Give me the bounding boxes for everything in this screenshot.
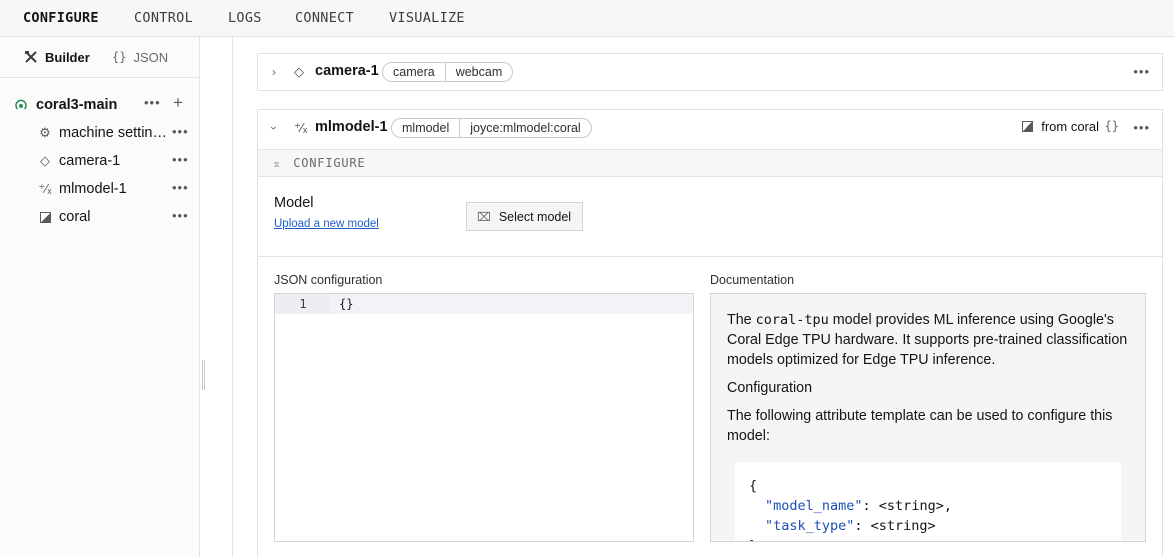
editor-code: {} <box>339 297 354 311</box>
sidebar-item-camera-1[interactable]: ◇ camera-1 ••• <box>38 151 190 171</box>
module-icon <box>38 210 52 224</box>
sidebar-item-coral[interactable]: coral ••• <box>38 207 190 227</box>
upload-model-link[interactable]: Upload a new model <box>274 218 379 230</box>
robot-row[interactable]: coral3-main ••• + <box>14 93 194 115</box>
braces-icon: {} <box>112 50 127 64</box>
tab-control[interactable]: CONTROL <box>134 0 193 36</box>
divider <box>258 256 1162 257</box>
component-type-chips: mlmodel joyce:mlmodel:coral <box>391 118 592 138</box>
component-name: camera-1 <box>315 63 379 79</box>
sidebar-item-machine-settings[interactable]: ⚙ machine settings ••• <box>38 123 190 143</box>
code-line-1: "model_name": <string>, <box>749 496 1121 516</box>
builder-mode-button[interactable]: Builder <box>24 49 90 65</box>
mlmodel-card: › ⁺⁄ₓ mlmodel-1 mlmodel joyce:mlmodel:co… <box>257 109 1163 557</box>
dependency-link[interactable]: from coral <box>1022 119 1099 134</box>
json-view-icon[interactable]: {} <box>1105 119 1119 133</box>
builder-label: Builder <box>45 49 90 65</box>
doc-heading: Configuration <box>727 380 813 396</box>
more-icon[interactable]: ••• <box>172 152 189 167</box>
model-chip: webcam <box>444 63 513 81</box>
code-key: "model_name" <box>765 498 863 514</box>
collapse-icon: ⌅ <box>272 157 282 170</box>
json-label: JSON <box>133 49 169 65</box>
sidebar-item-label: machine settings <box>59 125 167 141</box>
sidebar-item-label: camera-1 <box>59 153 121 169</box>
diamond-icon: ◇ <box>40 153 50 168</box>
editor-line: 1 {} <box>275 294 693 314</box>
main-panel: › ◇ camera-1 camera webcam ••• › ⁺⁄ₓ mlm… <box>232 37 1174 557</box>
model-chip: joyce:mlmodel:coral <box>459 119 590 137</box>
doc-template-text: The following attribute template can be … <box>727 408 1113 444</box>
tab-logs[interactable]: LOGS <box>228 0 262 36</box>
tab-connect[interactable]: CONNECT <box>295 0 354 36</box>
doc-intro-pre: The <box>727 312 756 328</box>
code-value: : <string>, <box>862 498 952 514</box>
component-name: mlmodel-1 <box>315 119 388 135</box>
sidebar-item-label: mlmodel-1 <box>59 181 127 197</box>
sidebar-item-mlmodel-1[interactable]: ⁺⁄ₓ mlmodel-1 ••• <box>38 179 190 199</box>
code-value: : <string> <box>854 518 936 534</box>
more-icon[interactable]: ••• <box>1133 120 1150 135</box>
documentation-panel: The coral-tpu model provides ML inferenc… <box>710 293 1146 542</box>
sidebar: Builder {} JSON coral3-main ••• + ⚙ mach… <box>0 37 200 557</box>
more-icon[interactable]: ••• <box>172 124 189 139</box>
documentation-label: Documentation <box>710 273 795 287</box>
code-close: } <box>749 536 1121 541</box>
tab-configure[interactable]: CONFIGURE <box>23 0 99 36</box>
component-type-chips: camera webcam <box>382 62 514 82</box>
robot-name: coral3-main <box>36 97 118 113</box>
online-status-icon <box>15 99 27 110</box>
configure-label: CONFIGURE <box>293 156 366 170</box>
configure-section-header[interactable]: ⌅ CONFIGURE <box>258 149 1162 177</box>
mlmodel-icon: ⁺⁄ₓ <box>38 181 52 196</box>
doc-code-block: {"model_name": <string>, "task_type": <st… <box>735 462 1121 541</box>
diamond-icon: ◇ <box>294 64 304 79</box>
code-key: "task_type" <box>765 518 855 534</box>
tools-icon <box>25 51 37 63</box>
tab-visualize[interactable]: VISUALIZE <box>389 0 465 36</box>
chevron-right-icon[interactable]: › <box>272 65 276 79</box>
select-model-button[interactable]: ⌧ Select model <box>466 202 583 231</box>
top-nav: CONFIGURE CONTROL LOGS CONNECT VISUALIZE <box>0 0 1174 37</box>
line-number: 1 <box>275 294 331 314</box>
model-label: Model <box>274 195 314 211</box>
api-chip: camera <box>393 65 435 79</box>
select-icon: ⌧ <box>477 209 491 224</box>
sidebar-item-label: coral <box>59 209 91 225</box>
json-editor[interactable]: 1 {} <box>274 293 694 542</box>
more-icon[interactable]: ••• <box>172 180 189 195</box>
robot-more-icon[interactable]: ••• <box>144 95 161 110</box>
dependency-label: from coral <box>1041 119 1099 134</box>
camera-card: › ◇ camera-1 camera webcam ••• <box>257 53 1163 91</box>
module-icon <box>1022 121 1034 132</box>
json-mode-button[interactable]: {} JSON <box>112 49 168 65</box>
gear-icon: ⚙ <box>39 125 51 140</box>
doc-intro: The coral-tpu model provides ML inferenc… <box>727 310 1135 370</box>
select-model-label: Select model <box>498 209 572 224</box>
doc-intro-code: coral-tpu <box>755 312 829 328</box>
code-line-2: "task_type": <string> <box>749 516 1121 536</box>
sidebar-mode-switch: Builder {} JSON <box>0 37 199 78</box>
more-icon[interactable]: ••• <box>172 208 189 223</box>
code-open: { <box>749 478 758 494</box>
api-chip: mlmodel <box>402 121 450 135</box>
json-config-label: JSON configuration <box>274 273 383 287</box>
more-icon[interactable]: ••• <box>1133 64 1150 79</box>
resize-handle[interactable] <box>202 360 205 390</box>
add-component-icon[interactable]: + <box>173 93 183 113</box>
chevron-down-icon[interactable]: › <box>267 126 281 130</box>
mlmodel-icon: ⁺⁄ₓ <box>294 120 308 135</box>
